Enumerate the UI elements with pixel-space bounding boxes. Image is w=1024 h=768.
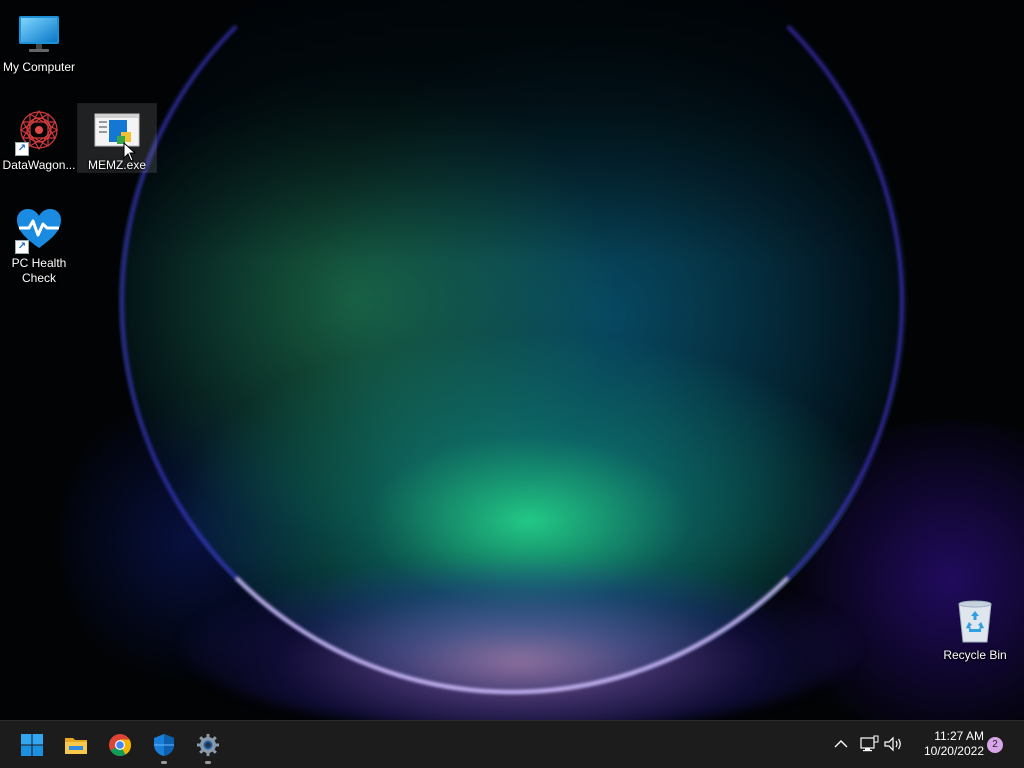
desktop-icon-recycle-bin[interactable]: Recycle Bin (936, 594, 1014, 664)
recycle-bin-icon (951, 598, 999, 646)
desktop-icon-label: My Computer (2, 60, 76, 74)
clock-time: 11:27 AM (934, 729, 984, 743)
desktop-icon-label: MEMZ.exe (87, 158, 146, 172)
mouse-cursor-icon (123, 141, 137, 162)
running-indicator (205, 761, 211, 764)
running-indicator (161, 761, 167, 764)
desktop-icon-my-computer[interactable]: My Computer (0, 6, 78, 76)
clock[interactable]: 11:27 AM 10/20/2022 (908, 729, 984, 759)
notification-badge[interactable]: 2 (987, 737, 1003, 753)
volume-icon[interactable] (882, 733, 904, 755)
datawagon-icon: ↗ (15, 108, 63, 156)
taskbar: 11:27 AM 10/20/2022 2 (0, 720, 1024, 768)
desktop-icon-memz[interactable]: MEMZ.exe (77, 103, 157, 173)
network-icon[interactable] (858, 733, 880, 755)
chevron-up-icon[interactable] (830, 733, 852, 755)
health-heart-icon: ↗ (15, 206, 63, 254)
chrome-button[interactable] (100, 725, 140, 765)
clock-date: 10/20/2022 (923, 744, 984, 758)
shortcut-arrow-icon: ↗ (15, 240, 29, 254)
start-button[interactable] (12, 725, 52, 765)
gear-icon (196, 733, 220, 757)
shortcut-arrow-icon: ↗ (15, 142, 29, 156)
file-explorer-button[interactable] (56, 725, 96, 765)
desktop-icon-label: PC Health Check (11, 256, 67, 285)
desktop-icon-pc-health-check[interactable]: ↗ PC Health Check (0, 202, 78, 286)
desktop-icon-label: DataWagon... (2, 158, 76, 172)
settings-button[interactable] (188, 725, 228, 765)
chrome-icon (108, 733, 132, 757)
shield-icon (152, 733, 176, 757)
desktop-icon-label: Recycle Bin (943, 648, 1007, 662)
windows-logo-icon (20, 733, 44, 757)
folder-icon (64, 733, 88, 757)
defender-button[interactable] (144, 725, 184, 765)
desktop-icon-datawagon[interactable]: ↗ DataWagon... (0, 104, 78, 174)
monitor-icon (15, 10, 63, 58)
